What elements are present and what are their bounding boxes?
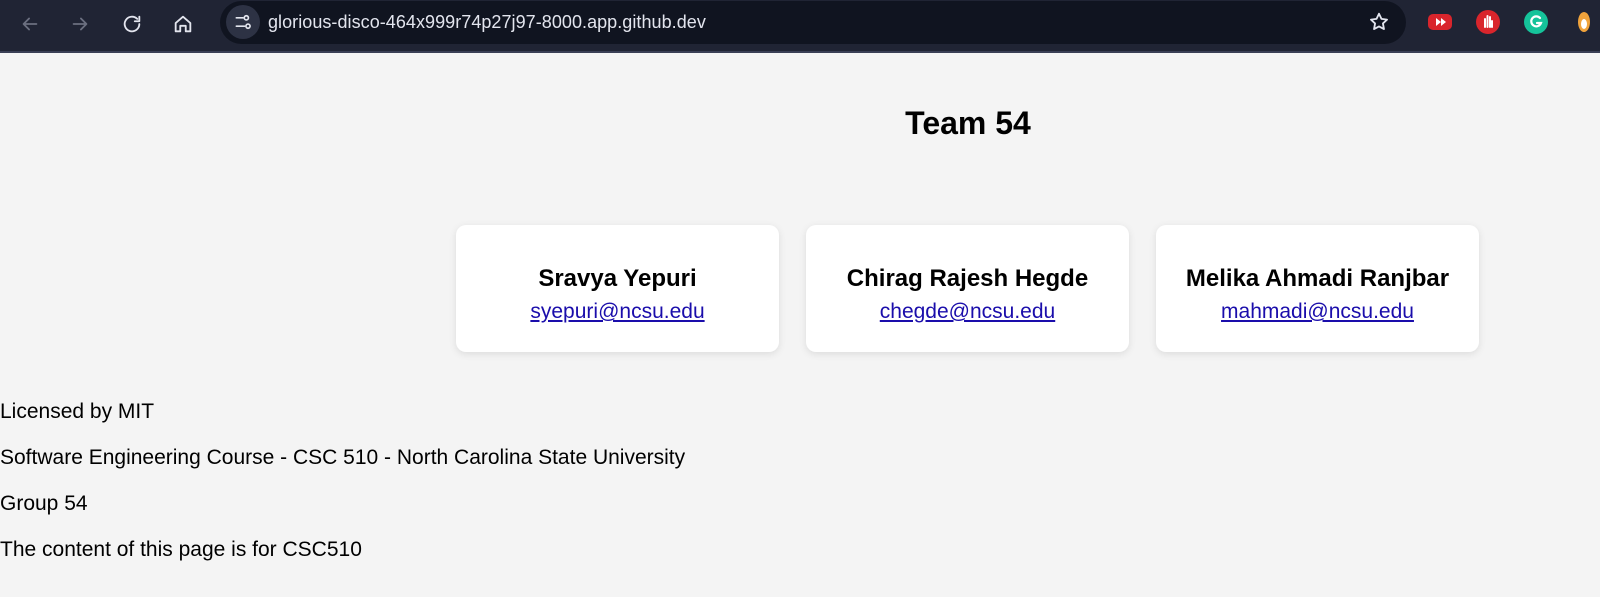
member-name: Chirag Rajesh Hegde	[846, 265, 1089, 292]
team-member-cards: Sravya Yepuri syepuri@ncsu.edu Chirag Ra…	[456, 225, 1479, 352]
forward-arrow-icon	[72, 17, 88, 31]
hand-extension-icon	[1476, 10, 1500, 34]
member-name: Melika Ahmadi Ranjbar	[1185, 265, 1450, 292]
content-note-text: The content of this page is for CSC510	[0, 538, 362, 561]
reload-button[interactable]	[114, 6, 150, 42]
back-arrow-icon	[22, 17, 38, 31]
group-text: Group 54	[0, 492, 88, 515]
site-info-button[interactable]	[226, 5, 260, 39]
member-email-link[interactable]: mahmadi@ncsu.edu	[1221, 299, 1414, 324]
member-card: Chirag Rajesh Hegde chegde@ncsu.edu	[806, 225, 1129, 352]
youtube-extension-button[interactable]	[1427, 9, 1453, 35]
page-footer: Licensed by MIT Software Engineering Cou…	[0, 400, 685, 584]
forward-button[interactable]	[62, 6, 98, 42]
url-text[interactable]: glorious-disco-464x999r74p27j97-8000.app…	[268, 12, 706, 33]
member-card: Sravya Yepuri syepuri@ncsu.edu	[456, 225, 779, 352]
member-email-link[interactable]: chegde@ncsu.edu	[880, 299, 1055, 324]
grammarly-extension-icon	[1524, 10, 1548, 34]
home-button[interactable]	[165, 6, 201, 42]
course-text: Software Engineering Course - CSC 510 - …	[0, 446, 686, 469]
member-email-link[interactable]: syepuri@ncsu.edu	[530, 299, 704, 324]
reload-icon	[123, 15, 141, 33]
browser-toolbar: glorious-disco-464x999r74p27j97-8000.app…	[0, 0, 1600, 53]
star-icon	[1370, 12, 1388, 30]
youtube-extension-icon	[1428, 14, 1452, 30]
home-icon	[174, 15, 192, 33]
license-text: Licensed by MIT	[0, 400, 155, 423]
bookmark-button[interactable]	[1366, 9, 1392, 35]
profile-extension-button[interactable]	[1574, 9, 1594, 35]
profile-extension-icon	[1578, 12, 1590, 32]
address-bar[interactable]: glorious-disco-464x999r74p27j97-8000.app…	[220, 1, 1406, 44]
member-name: Sravya Yepuri	[538, 265, 697, 292]
grammarly-extension-button[interactable]	[1523, 9, 1549, 35]
member-card: Melika Ahmadi Ranjbar mahmadi@ncsu.edu	[1156, 225, 1479, 352]
hand-extension-button[interactable]	[1475, 9, 1501, 35]
tune-icon	[235, 14, 251, 30]
page-title: Team 54	[905, 105, 1031, 141]
back-button[interactable]	[12, 6, 48, 42]
